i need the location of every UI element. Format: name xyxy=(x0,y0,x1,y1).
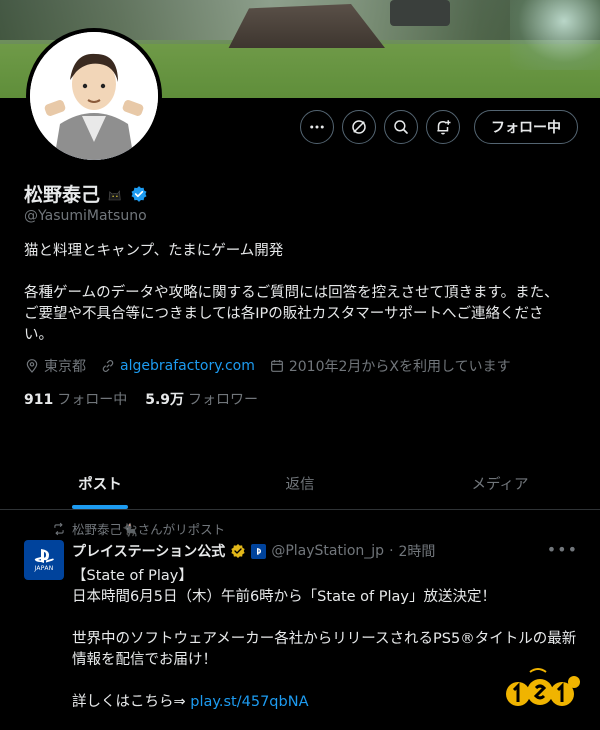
bio-line: 猫と料理とキャンプ、たまにゲーム開発 xyxy=(24,243,284,259)
verified-badge-icon[interactable] xyxy=(130,185,148,203)
tab-label: メディア xyxy=(471,477,529,493)
following-count: 911 xyxy=(24,392,54,408)
playstation-logo-icon xyxy=(34,549,54,563)
tab-replies[interactable]: 返信 xyxy=(200,458,400,509)
profile-tabs: ポスト 返信 メディア xyxy=(0,458,600,510)
joined-item: 2010年2月からXを利用しています xyxy=(269,356,511,376)
website-item[interactable]: algebrafactory.com xyxy=(100,358,255,374)
bio-paragraph: 各種ゲームのデータや攻略に関するご質問には回答を控えさせて頂きます。また、ご要望… xyxy=(24,285,559,343)
post-line: 【State of Play】 xyxy=(72,568,193,584)
repost-context: 松野泰己🐈‍⬛さんがリポスト xyxy=(52,519,225,538)
bell-plus-icon xyxy=(437,120,451,135)
followers-label: フォロワー xyxy=(188,392,259,408)
active-tab-indicator xyxy=(72,505,128,509)
post-header: プレイステーション公式 @PlayStation_jp · 2時間 xyxy=(72,541,435,561)
gold-verified-badge-icon xyxy=(231,544,245,558)
tab-media[interactable]: メディア xyxy=(400,458,600,509)
tab-label: ポスト xyxy=(78,477,122,493)
notify-button[interactable] xyxy=(426,110,460,144)
repost-icon xyxy=(54,522,64,535)
following-button[interactable]: フォロー中 xyxy=(474,110,578,144)
post-line: 世界中のソフトウェアメーカー各社からリリースされるPS5®タイトルの最新 xyxy=(72,631,577,647)
affiliate-badge-icon[interactable] xyxy=(251,543,267,559)
followers-count-link[interactable]: 5.9万 フォロワー xyxy=(145,389,258,409)
profile-handle: @YasumiMatsuno xyxy=(24,208,147,224)
location-pin-icon xyxy=(26,359,38,373)
search-button[interactable] xyxy=(384,110,418,144)
website-link[interactable]: algebrafactory.com xyxy=(120,358,255,374)
profile-name-row: 松野泰己 xyxy=(24,180,148,207)
following-count-link[interactable]: 911 フォロー中 xyxy=(24,389,127,409)
joined-text: 2010年2月からXを利用しています xyxy=(288,359,511,375)
avatar-label: JAPAN xyxy=(34,565,54,572)
post-link-prefix: 詳しくはこちら⇒ xyxy=(72,694,191,710)
display-name: 松野泰己 xyxy=(24,184,101,206)
grok-icon xyxy=(352,120,366,134)
profile-actions: フォロー中 xyxy=(300,110,578,144)
post-line: 日本時間6月5日（木）午前6時から「State of Play」放送決定！ xyxy=(72,589,496,605)
more-button[interactable] xyxy=(300,110,334,144)
more-icon xyxy=(310,125,324,129)
grok-button[interactable] xyxy=(342,110,376,144)
separator-dot: · xyxy=(389,543,394,559)
post-blank-line xyxy=(72,608,582,629)
post-author-name[interactable]: プレイステーション公式 xyxy=(72,541,225,561)
search-icon xyxy=(394,120,408,134)
post-author-avatar[interactable]: JAPAN xyxy=(24,540,64,580)
post-more-icon[interactable]: ••• xyxy=(547,540,578,559)
profile-meta: 東京都 algebrafactory.com 2010年2月からXを利用していま… xyxy=(24,356,525,376)
followers-count: 5.9万 xyxy=(145,392,185,408)
profile-avatar[interactable] xyxy=(26,28,162,164)
follow-counts: 911 フォロー中 5.9万 フォロワー xyxy=(24,389,258,409)
post-author-handle[interactable]: @PlayStation_jp xyxy=(271,543,384,559)
post-time[interactable]: 2時間 xyxy=(399,541,436,561)
watermark-logo xyxy=(506,668,580,706)
location-item: 東京都 xyxy=(24,356,86,376)
location-text: 東京都 xyxy=(44,359,86,375)
black-cat-icon xyxy=(108,189,121,200)
repost-text[interactable]: 松野泰己🐈‍⬛さんがリポスト xyxy=(72,519,225,538)
following-label: フォロー中 xyxy=(57,392,128,408)
tab-label: 返信 xyxy=(285,477,315,493)
link-icon xyxy=(102,360,114,372)
calendar-icon xyxy=(270,360,283,372)
tab-posts[interactable]: ポスト xyxy=(0,458,200,509)
post-link[interactable]: play.st/457qbNA xyxy=(190,694,308,710)
